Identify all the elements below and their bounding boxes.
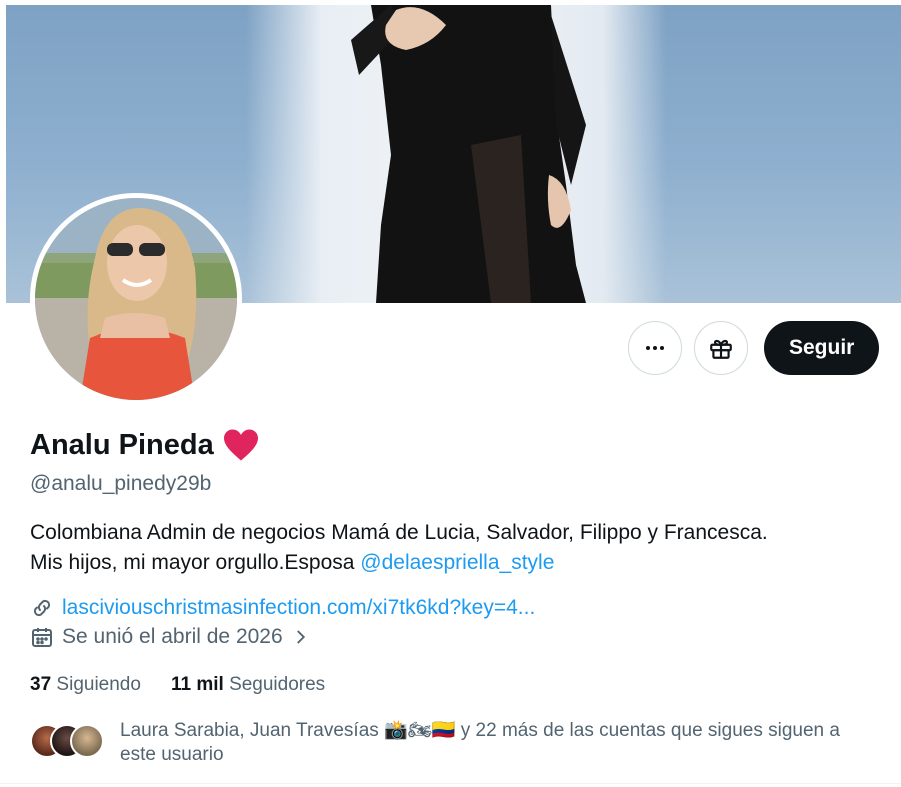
profile-joined-row[interactable]: Se unió el abril de 2026 [30,625,309,649]
followed-text-names: Laura Sarabia, Juan Travesías [120,720,385,741]
profile-avatar[interactable] [30,193,242,405]
followers-you-know-text: Laura Sarabia, Juan Travesías 📸🏍🇨🇴 y 22 … [120,718,880,767]
banner-photo-figure [351,5,586,303]
profile-actions: Seguir [628,321,880,375]
heart-icon [223,429,258,461]
mutual-avatar-3 [70,724,104,758]
profile-website-link[interactable]: lasciviouschristmasinfection.com/xi7tk6k… [62,596,535,620]
profile-handle: @analu_pinedy29b [30,472,212,495]
bio-line-2-text: Mis hijos, mi mayor orgullo.Esposa [30,551,361,574]
more-options-button[interactable] [628,321,682,375]
divider [0,783,901,784]
followed-text-emojis: 📸🏍🇨🇴 [384,719,456,741]
followers-label: Seguidores [229,674,326,695]
mutual-avatars [30,724,106,758]
chevron-right-icon [296,630,305,644]
profile-bio: Colombiana Admin de negocios Mamá de Luc… [30,518,880,578]
profile-joined-text: Se unió el abril de 2026 [62,625,283,648]
following-label: Siguiendo [56,674,141,695]
profile-name-row: Analu Pineda [30,428,260,462]
follow-button[interactable]: Seguir [764,321,880,375]
following-count: 37 [30,674,52,695]
avatar-photo [35,198,237,400]
gift-button[interactable] [694,321,748,375]
more-icon [646,346,664,350]
bio-mention-link[interactable]: @delaespriella_style [360,551,554,574]
bio-line-2: Mis hijos, mi mayor orgullo.Esposa @dela… [30,548,880,578]
calendar-icon [32,628,52,647]
gift-icon [710,339,732,359]
followers-you-know[interactable]: Laura Sarabia, Juan Travesías 📸🏍🇨🇴 y 22 … [30,718,880,767]
profile-website-row: lasciviouschristmasinfection.com/xi7tk6k… [30,596,535,620]
bio-line-1: Colombiana Admin de negocios Mamá de Luc… [30,521,768,544]
followers-stat[interactable]: 11 mil Seguidores [171,674,325,696]
followers-count: 11 mil [170,674,224,695]
profile-name: Analu Pineda [30,428,214,461]
link-icon [33,599,51,617]
profile-stats: 37 Siguiendo 11 mil Seguidores [30,674,325,696]
following-stat[interactable]: 37 Siguiendo [30,674,141,696]
